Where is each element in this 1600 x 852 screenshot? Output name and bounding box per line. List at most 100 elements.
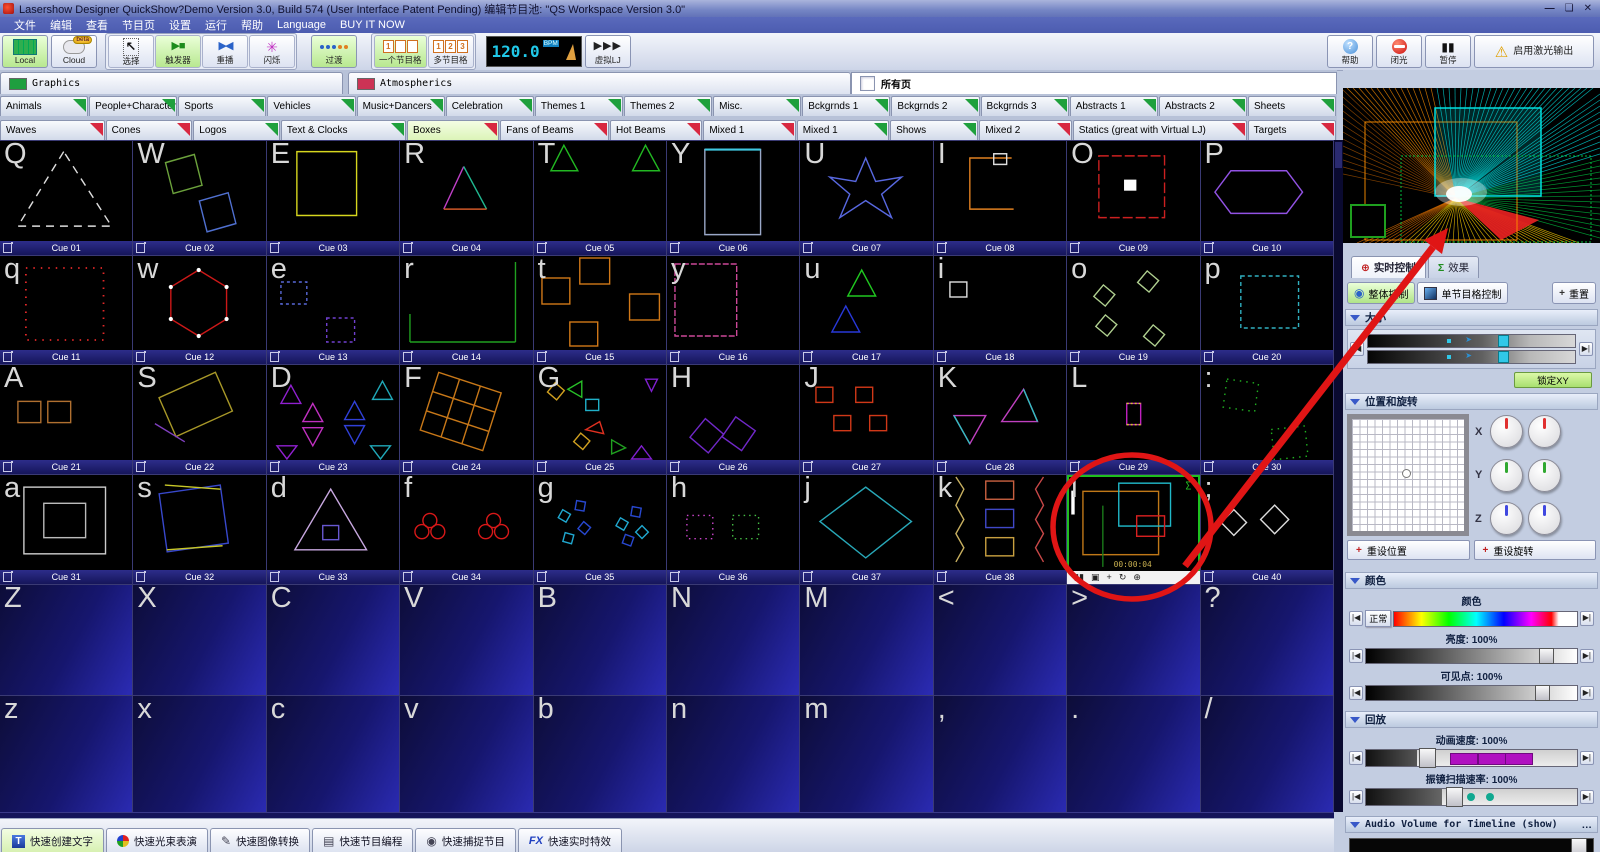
virtual-lj-button[interactable]: ▶▶▶ 虚拟LJ <box>585 35 631 68</box>
anim-step-left-button[interactable]: |◀ <box>1349 751 1363 765</box>
quick-tool-tab-快速创建文字[interactable]: T快速创建文字 <box>1 828 104 852</box>
cue-cell-cue-40[interactable]: ;Cue 40 <box>1201 475 1334 585</box>
anim-step-right-button[interactable]: ▶| <box>1580 751 1594 765</box>
cue-cell-cue-22[interactable]: SCue 22 <box>133 365 266 475</box>
cue-cell-empty-,[interactable]: , <box>934 696 1067 819</box>
category-tab-boxes[interactable]: Boxes <box>407 120 499 140</box>
menu-item-文件[interactable]: 文件 <box>14 17 36 33</box>
master-control-button[interactable]: ◉ 整体控制 <box>1347 282 1415 304</box>
category-tab-fans-of-beams[interactable]: Fans of Beams <box>500 120 609 140</box>
size-y-slider[interactable]: ➤ <box>1367 350 1576 364</box>
cue-cell-cue-16[interactable]: yCue 16 <box>667 256 800 365</box>
cue-cell-cue-36[interactable]: hCue 36 <box>667 475 800 585</box>
scan-step-left-button[interactable]: |◀ <box>1349 790 1363 804</box>
minimize-button[interactable]: — <box>1545 3 1555 14</box>
cue-cell-cue-03[interactable]: ECue 03 <box>267 141 400 256</box>
player-move-icon[interactable]: + <box>1107 573 1112 582</box>
trigger-mode-button[interactable]: ▶■ 触发器 <box>155 35 201 68</box>
cue-cell-cue-06[interactable]: YCue 06 <box>667 141 800 256</box>
cue-cell-cue-35[interactable]: gCue 35 <box>534 475 667 585</box>
cue-cell-empty-B[interactable]: B <box>534 585 667 696</box>
cue-cell-empty-m[interactable]: m <box>800 696 933 819</box>
cue-cell-cue-27[interactable]: JCue 27 <box>800 365 933 475</box>
color-normal-button[interactable]: 正常 <box>1365 610 1391 627</box>
cue-cell-cue-26[interactable]: HCue 26 <box>667 365 800 475</box>
category-tab-cones[interactable]: Cones <box>106 120 193 140</box>
cue-cell-cue-15[interactable]: tCue 15 <box>534 256 667 365</box>
all-pages-checkbox[interactable] <box>860 76 875 91</box>
local-button[interactable]: Local <box>2 35 48 68</box>
scan-step-right-button[interactable]: ▶| <box>1580 790 1594 804</box>
x-position-knob[interactable] <box>1490 415 1523 448</box>
cue-cell-empty->[interactable]: > <box>1067 585 1200 696</box>
visible-points-slider[interactable] <box>1365 685 1578 701</box>
category-tab-waves[interactable]: Waves <box>0 120 105 140</box>
menu-item-BUY IT NOW[interactable]: BUY IT NOW <box>340 19 405 31</box>
category-tab-music-dancers[interactable]: Music+Dancers <box>357 96 445 116</box>
size-step-right-button[interactable]: ▶| <box>1579 342 1593 356</box>
menu-item-运行[interactable]: 运行 <box>205 17 227 33</box>
cue-cell-cue-07[interactable]: UCue 07 <box>800 141 933 256</box>
category-tab-shows[interactable]: Shows <box>890 120 978 140</box>
tab-graphics[interactable]: Graphics <box>0 72 343 94</box>
cue-cell-cue-33[interactable]: dCue 33 <box>267 475 400 585</box>
cue-cell-cue-21[interactable]: ACue 21 <box>0 365 133 475</box>
category-tab-people-characters[interactable]: People+Characters <box>89 96 177 116</box>
cue-cell-cue-39[interactable]: lΣ00:00:04▮▮▣+↻⊕ <box>1067 475 1200 585</box>
scan-rate-slider[interactable] <box>1365 788 1578 806</box>
cue-cell-cue-08[interactable]: ICue 08 <box>934 141 1067 256</box>
cue-cell-empty-C[interactable]: C <box>267 585 400 696</box>
menu-item-编辑[interactable]: 编辑 <box>50 17 72 33</box>
category-tab-mixed-2[interactable]: Mixed 2 <box>979 120 1071 140</box>
cue-cell-cue-20[interactable]: pCue 20 <box>1201 256 1334 365</box>
size-x-slider[interactable]: ➤ <box>1367 334 1576 348</box>
brightness-slider[interactable] <box>1365 648 1578 664</box>
brightness-step-right-button[interactable]: ▶| <box>1580 649 1594 663</box>
player-center-icon[interactable]: ⊕ <box>1133 573 1141 582</box>
category-tab-bckgrnds-3[interactable]: Bckgrnds 3 <box>981 96 1069 116</box>
cue-cell-empty-X[interactable]: X <box>133 585 266 696</box>
cue-cell-cue-30[interactable]: :Cue 30 <box>1201 365 1334 475</box>
cue-cell-cue-09[interactable]: OCue 09 <box>1067 141 1200 256</box>
section-color[interactable]: 颜色 <box>1345 572 1598 589</box>
position-pad[interactable] <box>1347 414 1469 536</box>
close-button[interactable]: ✕ <box>1584 3 1592 14</box>
section-playback[interactable]: 回放 <box>1345 711 1598 728</box>
cue-cell-empty-Z[interactable]: Z <box>0 585 133 696</box>
menu-item-Language[interactable]: Language <box>277 19 326 31</box>
menu-item-设置[interactable]: 设置 <box>169 17 191 33</box>
category-tab-targets[interactable]: Targets <box>1248 120 1336 140</box>
cue-cell-cue-04[interactable]: RCue 04 <box>400 141 533 256</box>
category-tab-bckgrnds-2[interactable]: Bckgrnds 2 <box>891 96 979 116</box>
cue-cell-empty-x[interactable]: x <box>133 696 266 819</box>
cue-cell-cue-05[interactable]: TCue 05 <box>534 141 667 256</box>
flash-mode-button[interactable]: ✳ 闪烁 <box>249 35 295 68</box>
cue-cell-empty-M[interactable]: M <box>800 585 933 696</box>
cue-cell-cue-38[interactable]: kCue 38 <box>934 475 1067 585</box>
lock-xy-button[interactable]: 锁定XY <box>1514 372 1592 388</box>
size-step-left-button[interactable]: |◀ <box>1350 342 1364 356</box>
category-tab-animals[interactable]: Animals <box>0 96 88 116</box>
cue-cell-empty-/[interactable]: / <box>1201 696 1334 819</box>
more-options-icon[interactable]: … <box>1582 819 1593 831</box>
visible-step-right-button[interactable]: ▶| <box>1580 686 1594 700</box>
color-step-right-button[interactable]: ▶| <box>1580 611 1594 625</box>
cue-cell-cue-23[interactable]: DCue 23 <box>267 365 400 475</box>
cue-cell-cue-32[interactable]: sCue 32 <box>133 475 266 585</box>
help-button[interactable]: ? 帮助 <box>1327 35 1373 68</box>
cue-cell-cue-10[interactable]: PCue 10 <box>1201 141 1334 256</box>
section-size[interactable]: 大小 <box>1345 309 1598 326</box>
section-position-rotation[interactable]: 位置和旋转 <box>1345 393 1598 410</box>
quick-tool-tab-快速捕捉节目[interactable]: ◉快速捕捉节目 <box>415 828 515 852</box>
player-frame-icon[interactable]: ▣ <box>1091 573 1100 582</box>
preview-thumbnail[interactable] <box>1350 204 1386 238</box>
category-tab-bckgrnds-1[interactable]: Bckgrnds 1 <box>802 96 890 116</box>
cue-cell-cue-29[interactable]: LCue 29 <box>1067 365 1200 475</box>
all-pages-toggle[interactable]: 所有页 <box>851 72 1337 94</box>
animation-speed-slider[interactable] <box>1365 749 1578 767</box>
cue-cell-empty-z[interactable]: z <box>0 696 133 819</box>
menu-item-节目页[interactable]: 节目页 <box>122 17 155 33</box>
color-step-left-button[interactable]: |◀ <box>1349 611 1363 625</box>
select-mode-button[interactable]: ↖ 选择 <box>108 35 154 68</box>
category-tab-sports[interactable]: Sports <box>178 96 266 116</box>
